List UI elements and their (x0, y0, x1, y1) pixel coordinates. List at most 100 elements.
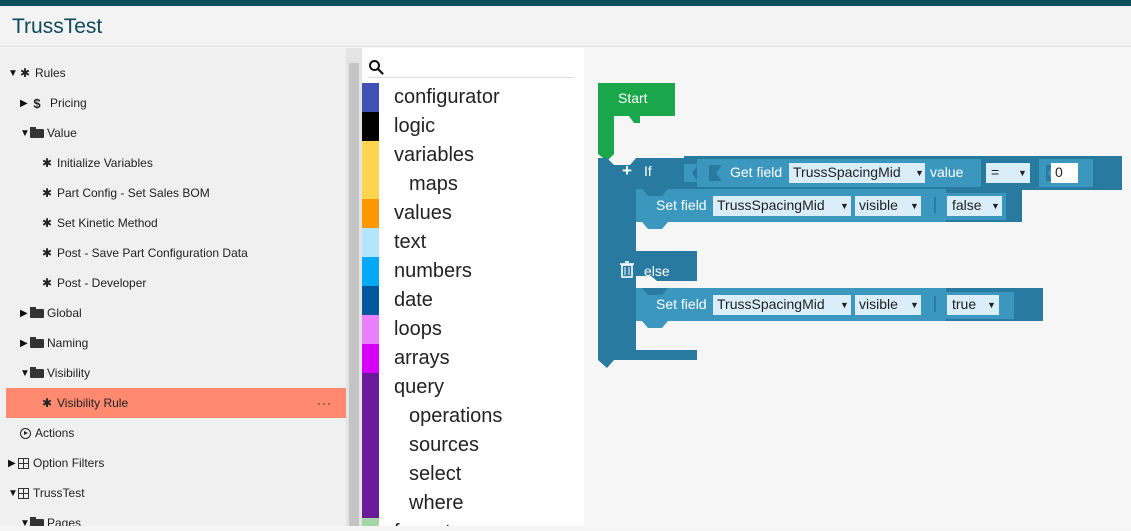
puzzle-icon: ✱ (41, 396, 53, 410)
tree-item-visibility-rule[interactable]: ✱ Visibility Rule ··· (6, 388, 346, 418)
tree-item-label: Post - Save Part Configuration Data (57, 246, 248, 260)
tree-item-global[interactable]: ▶ Global (0, 298, 346, 328)
expand-arrow-icon[interactable]: ▼ (20, 368, 30, 379)
folder-icon (30, 367, 44, 378)
puzzle-icon: ✱ (41, 276, 53, 290)
category-color-swatch (362, 257, 379, 286)
tree-item-rules[interactable]: ▼ ✱ Rules (0, 58, 346, 88)
toolbox-category-select[interactable]: select (362, 460, 584, 489)
chevron-down-icon: ▼ (910, 201, 919, 211)
tree-item-post-save[interactable]: ✱ Post - Save Part Configuration Data (0, 238, 346, 268)
toolbox-category-text[interactable]: text (362, 228, 584, 257)
toolbox-category-operations[interactable]: operations (362, 402, 584, 431)
category-label: values (394, 202, 452, 224)
category-label: loops (394, 318, 442, 340)
more-options-icon[interactable]: ··· (317, 396, 332, 410)
tree-item-value[interactable]: ▼ Value (0, 118, 346, 148)
tree-item-naming[interactable]: ▶ Naming (0, 328, 346, 358)
folder-icon (30, 307, 44, 318)
tree-item-trusstest[interactable]: ▼ TrussTest (0, 478, 346, 508)
expand-arrow-icon[interactable]: ▼ (20, 518, 30, 527)
category-label: configurator (394, 86, 500, 108)
expand-arrow-icon[interactable]: ▼ (20, 128, 30, 139)
tree-item-label: Part Config - Set Sales BOM (57, 186, 210, 200)
toolbox-search[interactable] (368, 58, 574, 78)
expand-arrow-icon[interactable]: ▶ (20, 308, 30, 319)
tree-item-option-filters[interactable]: ▶ Option Filters (0, 448, 346, 478)
expand-arrow-icon[interactable]: ▶ (20, 338, 30, 349)
category-label: logic (394, 115, 436, 137)
tree-item-initialize-variables[interactable]: ✱ Initialize Variables (0, 148, 346, 178)
get-field-dropdown-value: TrussSpacingMid (793, 164, 901, 180)
tree-item-pages[interactable]: ▼ Pages (0, 508, 346, 526)
toolbox-category-where[interactable]: where (362, 489, 584, 518)
tree-item-label: Rules (35, 66, 66, 80)
chevron-down-icon: ▼ (915, 168, 924, 178)
toolbox-category-formats[interactable]: formats (362, 518, 584, 526)
set-field-else-prop-value: visible (859, 296, 898, 312)
workspace-canvas: Start + If Get field TrussSpacingMid ▼ v… (598, 83, 1122, 368)
tree-item-set-kinetic-method[interactable]: ✱ Set Kinetic Method (0, 208, 346, 238)
number-input-value: 0 (1055, 164, 1063, 180)
category-color-swatch (362, 344, 379, 373)
expand-arrow-icon[interactable]: ▶ (20, 98, 30, 109)
expand-arrow-icon[interactable]: ▼ (8, 68, 18, 79)
category-color-swatch (362, 141, 379, 170)
category-label: arrays (394, 347, 450, 369)
toolbox-category-maps[interactable]: maps (362, 170, 584, 199)
chevron-down-icon: ▼ (840, 300, 849, 310)
toolbox-category-arrays[interactable]: arrays (362, 344, 584, 373)
toolbox-category-query[interactable]: query (362, 373, 584, 402)
toolbox-category-logic[interactable]: logic (362, 112, 584, 141)
tree-item-label: Naming (47, 336, 89, 350)
get-field-prop-label: value (930, 164, 964, 180)
puzzle-icon: ✱ (41, 216, 53, 230)
set-field-then-field-value: TrussSpacingMid (717, 197, 825, 213)
toolbox-category-values[interactable]: values (362, 199, 584, 228)
toolbox-scrollbar[interactable] (349, 63, 359, 526)
expand-arrow-icon[interactable]: ▶ (8, 458, 18, 469)
tree-item-label: Value (47, 126, 77, 140)
tree-item-part-config[interactable]: ✱ Part Config - Set Sales BOM (0, 178, 346, 208)
expand-arrow-icon[interactable]: ▼ (8, 488, 18, 499)
dollar-icon: $ (33, 95, 41, 111)
puzzle-icon: ✱ (41, 246, 53, 260)
category-color-swatch (362, 170, 379, 199)
tree-item-pricing[interactable]: ▶ $ Pricing (0, 88, 346, 118)
block-toolbox: configurator logic variables maps values text… (362, 48, 584, 526)
chevron-down-icon: ▼ (910, 300, 919, 310)
chevron-down-icon: ▼ (987, 300, 996, 310)
toolbox-category-date[interactable]: date (362, 286, 584, 315)
app-title: TrussTest (12, 15, 103, 38)
toolbox-category-variables[interactable]: variables (362, 141, 584, 170)
operator-dropdown-value: = (991, 164, 999, 180)
block-workspace[interactable]: Start + If Get field TrussSpacingMid ▼ v… (584, 48, 1131, 526)
puzzle-icon: ✱ (19, 66, 31, 80)
toolbox-category-numbers[interactable]: numbers (362, 257, 584, 286)
category-label: variables (394, 144, 475, 166)
category-color-swatch (362, 315, 379, 344)
app-header: TrussTest (0, 6, 1131, 47)
tree-item-visibility[interactable]: ▼ Visibility (0, 358, 346, 388)
set-field-then-value: false (952, 197, 982, 213)
chevron-down-icon: ▼ (991, 201, 1000, 211)
category-color-swatch (362, 518, 379, 526)
tree-item-post-developer[interactable]: ✱ Post - Developer (0, 268, 346, 298)
toolbox-category-configurator[interactable]: configurator (362, 83, 584, 112)
category-color-swatch (362, 286, 379, 315)
category-label: where (409, 492, 464, 514)
tree-item-label: Visibility Rule (57, 396, 129, 410)
chevron-down-icon: ▼ (840, 201, 849, 211)
toolbox-category-sources[interactable]: sources (362, 431, 584, 460)
set-field-else-field-value: TrussSpacingMid (717, 296, 825, 312)
folder-icon (30, 127, 44, 138)
set-field-else-value: true (952, 296, 976, 312)
tree-item-label: Option Filters (33, 456, 105, 470)
set-field-else-label: Set field (656, 296, 707, 312)
category-color-swatch (362, 83, 379, 112)
search-icon[interactable] (368, 59, 384, 75)
tree-item-label: Global (47, 306, 82, 320)
tree-item-actions[interactable]: Actions (0, 418, 346, 448)
toolbox-category-loops[interactable]: loops (362, 315, 584, 344)
category-label: date (394, 289, 433, 311)
